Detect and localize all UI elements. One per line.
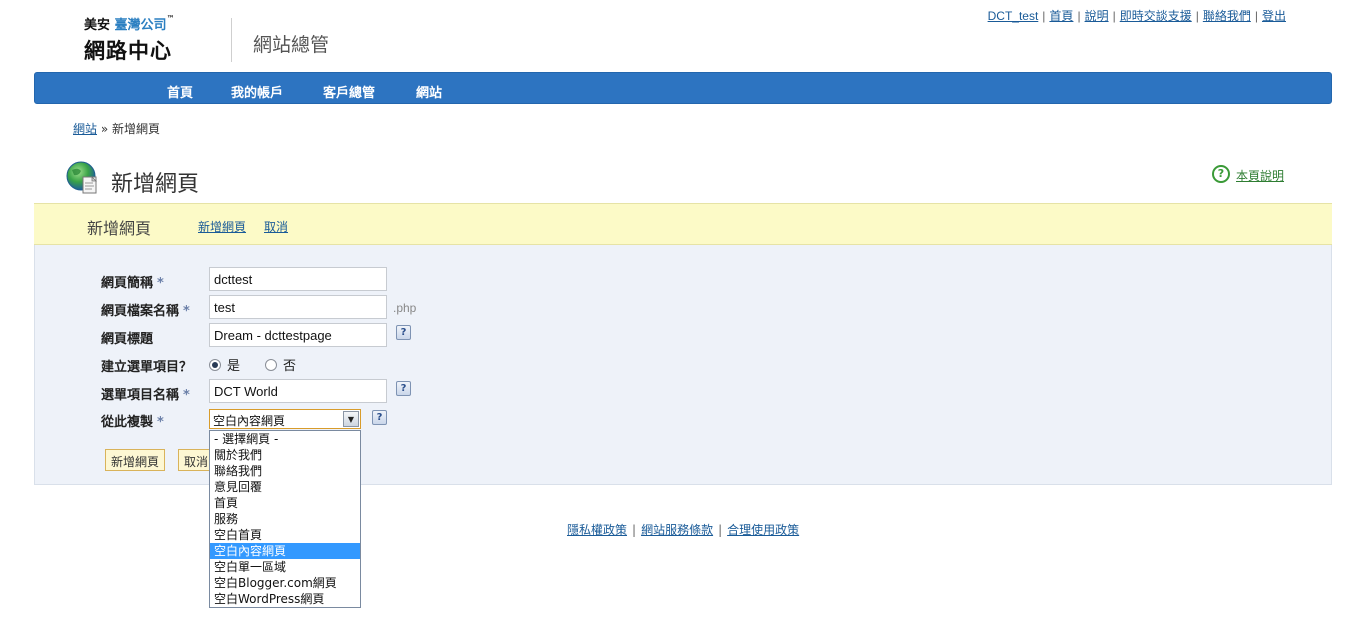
top-utility-links: DCT_test | 首頁 | 說明 | 即時交談支援 | 聯絡我們 | 登出 [988, 7, 1286, 24]
create-menu-yes-label: 是 [227, 359, 241, 374]
page-help-link[interactable]: 本頁說明 [1236, 167, 1284, 184]
footer-link-terms[interactable]: 網站服務條款 [641, 523, 713, 537]
logo-brand-company: 臺灣公司 [114, 18, 167, 33]
radio-checked-icon[interactable] [209, 358, 221, 371]
chevron-down-icon[interactable]: ▼ [343, 411, 359, 427]
dropdown-option-selected[interactable]: 空白內容網頁 [210, 543, 360, 559]
create-menu-no-label: 否 [283, 359, 297, 374]
action-bar-title: 新增網頁 [87, 219, 152, 238]
dropdown-option[interactable]: - 選擇網頁 - [210, 431, 360, 447]
nav-item-customer-admin[interactable]: 客戶總管 [323, 82, 375, 101]
breadcrumb-current: 新增網頁 [112, 122, 161, 136]
breadcrumb-separator: » [100, 122, 109, 136]
top-link-user[interactable]: DCT_test [988, 9, 1039, 23]
radio-unchecked-icon[interactable] [265, 358, 277, 371]
create-menu-yes-option[interactable]: 是 [209, 355, 240, 374]
top-link-home[interactable]: 首頁 [1049, 9, 1073, 23]
required-mark: * [157, 276, 164, 291]
field-row-menu-item-name: 選單項目名稱* ? [101, 379, 501, 403]
page-title-input[interactable] [209, 323, 387, 347]
top-link-help[interactable]: 說明 [1085, 9, 1109, 23]
logo-main-text: 網路中心 [84, 39, 172, 63]
field-row-file-name: 網頁檔案名稱* .php [101, 295, 501, 319]
logo-brand-prefix: 美安 [84, 18, 111, 33]
field-row-page-title: 網頁標題 ? [101, 323, 501, 347]
footer-separator: | [632, 523, 637, 537]
required-mark: * [183, 304, 190, 319]
web-page-icon [66, 161, 97, 194]
footer-link-privacy[interactable]: 隱私權政策 [567, 523, 627, 537]
page-name-label: 網頁簡稱 * [101, 276, 164, 291]
page-title-label: 網頁標題 [101, 332, 154, 347]
page-name-input[interactable] [209, 267, 387, 291]
file-name-input[interactable] [209, 295, 387, 319]
dropdown-option[interactable]: 意見回覆 [210, 479, 360, 495]
dropdown-option[interactable]: 空白單一區域 [210, 559, 360, 575]
help-icon[interactable]: ? [396, 381, 411, 396]
copy-from-selected-value: 空白內容網頁 [213, 414, 286, 428]
create-menu-no-option[interactable]: 否 [265, 355, 296, 374]
dropdown-option[interactable]: 聯絡我們 [210, 463, 360, 479]
field-row-page-name: 網頁簡稱 * [101, 267, 501, 291]
required-mark: * [183, 388, 190, 403]
dropdown-option[interactable]: 關於我們 [210, 447, 360, 463]
footer-separator: | [718, 523, 723, 537]
top-link-logout[interactable]: 登出 [1262, 9, 1286, 23]
dropdown-option[interactable]: 首頁 [210, 495, 360, 511]
logo-trademark: ™ [166, 14, 175, 23]
page-help: ? 本頁說明 [1212, 163, 1284, 184]
logo-brand-line: 美安 臺灣公司™ [84, 14, 194, 33]
menu-item-name-input[interactable] [209, 379, 387, 403]
footer-links: 隱私權政策 | 網站服務條款 | 合理使用政策 [567, 521, 799, 538]
top-link-live-chat[interactable]: 即時交談支援 [1120, 9, 1192, 23]
dropdown-option[interactable]: 空白首頁 [210, 527, 360, 543]
help-icon[interactable]: ? [372, 410, 387, 425]
nav-item-home[interactable]: 首頁 [167, 82, 193, 101]
dropdown-option[interactable]: 空白WordPress網頁 [210, 591, 360, 607]
dropdown-option[interactable]: 服務 [210, 511, 360, 527]
page-title: 新增網頁 [111, 172, 200, 197]
main-nav: 首頁 我的帳戶 客戶總管 網站 [34, 72, 1332, 104]
breadcrumb-link-website[interactable]: 網站 [73, 122, 97, 136]
create-menu-label: 建立選單項目？ [101, 360, 193, 375]
footer-link-acceptable-use[interactable]: 合理使用政策 [727, 523, 799, 537]
field-row-create-menu: 建立選單項目？ 是 否 [101, 351, 501, 375]
header-divider [231, 18, 232, 62]
site-logo[interactable]: 美安 臺灣公司™ 網路中心 [84, 14, 194, 63]
nav-item-website[interactable]: 網站 [416, 82, 442, 101]
help-icon[interactable]: ? [396, 325, 411, 340]
nav-item-my-account[interactable]: 我的帳戶 [231, 82, 283, 101]
top-link-contact[interactable]: 聯絡我們 [1203, 9, 1251, 23]
action-bar: 新增網頁 新增網頁 取消 [34, 203, 1332, 245]
site-admin-title: 網站總管 [253, 34, 330, 56]
top-link-separator: | [1112, 9, 1116, 23]
file-name-label: 網頁檔案名稱 * [101, 304, 190, 319]
copy-from-dropdown-list: - 選擇網頁 - 關於我們 聯絡我們 意見回覆 首頁 服務 空白首頁 空白內容網… [209, 430, 361, 608]
breadcrumb: 網站 » 新增網頁 [73, 120, 160, 137]
action-link-add-page[interactable]: 新增網頁 [198, 218, 246, 235]
required-mark: * [157, 415, 164, 430]
copy-from-select[interactable]: 空白內容網頁 ▼ [209, 409, 361, 429]
action-link-cancel[interactable]: 取消 [264, 218, 288, 235]
top-link-separator: | [1042, 9, 1046, 23]
file-extension-suffix: .php [393, 301, 417, 315]
top-link-separator: | [1195, 9, 1199, 23]
dropdown-option[interactable]: 空白Blogger.com網頁 [210, 575, 360, 591]
top-link-separator: | [1077, 9, 1081, 23]
copy-from-label: 從此複製 * [101, 415, 164, 430]
submit-add-page-button[interactable]: 新增網頁 [105, 449, 166, 471]
menu-item-name-label: 選單項目名稱 * [101, 388, 190, 403]
top-link-separator: | [1254, 9, 1258, 23]
help-circle-icon: ? [1212, 164, 1230, 183]
